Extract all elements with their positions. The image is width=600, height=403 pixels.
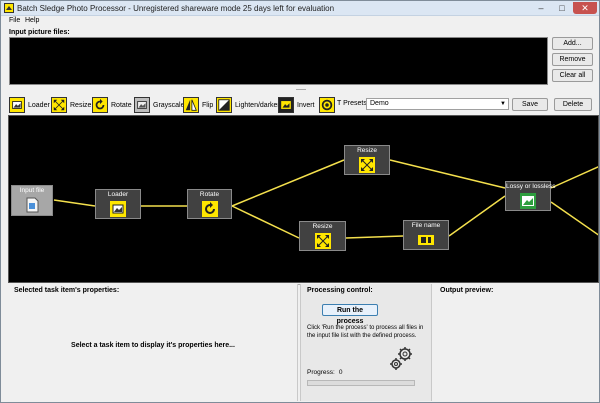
node-resize-bottom[interactable]: Resize xyxy=(299,221,346,251)
presets-select[interactable]: Demo ▼ xyxy=(366,98,509,110)
processing-panel: Processing control: Run the process Clic… xyxy=(300,284,432,401)
connection-line xyxy=(231,159,345,207)
rotate-icon xyxy=(201,201,218,217)
input-file-list[interactable] xyxy=(9,37,548,85)
app-icon xyxy=(4,3,14,13)
node-lossy-or-lossless[interactable]: Lossy or lossless xyxy=(505,181,556,211)
node-label: Lossy or lossless xyxy=(506,183,556,190)
save-preset-button[interactable]: Save xyxy=(512,98,548,111)
image-icon xyxy=(520,193,536,209)
process-graph[interactable]: Input file Loader Rotate Resize Resize F… xyxy=(8,115,599,283)
tool-label: Rotate xyxy=(111,102,132,109)
maximize-button[interactable]: □ xyxy=(552,2,572,14)
tool-label: Lighten/darken xyxy=(235,102,282,109)
node-file-name[interactable]: File name xyxy=(403,220,449,250)
close-button[interactable]: ✕ xyxy=(573,2,597,14)
filename-icon xyxy=(418,235,434,245)
chevron-down-icon: ▼ xyxy=(500,101,506,107)
connection-line xyxy=(231,205,300,239)
more-tools-icon xyxy=(319,97,335,113)
flip-icon xyxy=(183,97,199,113)
processing-title: Processing control: xyxy=(307,287,373,294)
processing-description: Click 'Run the process' to process all f… xyxy=(307,325,424,339)
rotate-icon xyxy=(92,97,108,113)
minimize-button[interactable]: – xyxy=(531,2,551,14)
properties-hint: Select a task item to display it's prope… xyxy=(71,342,235,349)
node-loader[interactable]: Loader xyxy=(95,189,141,219)
tool-label: Loader xyxy=(28,102,50,109)
tool-label: Resize xyxy=(70,102,92,109)
tool-label: Grayscale xyxy=(153,102,185,109)
connection-line xyxy=(550,201,598,236)
progress-label: Progress: 0 xyxy=(307,369,342,376)
loader-icon xyxy=(110,201,126,217)
title-bar: Batch Sledge Photo Processor - Unregiste… xyxy=(1,1,599,16)
invert-icon xyxy=(278,97,294,113)
menu-file[interactable]: File xyxy=(9,17,20,24)
node-resize-top[interactable]: Resize xyxy=(344,145,390,175)
preview-panel: Output preview: xyxy=(434,284,598,401)
splitter-grip[interactable] xyxy=(296,89,306,90)
progress-caption: Progress: xyxy=(307,369,335,376)
bottom-panels: Selected task item's properties: Select … xyxy=(8,284,599,402)
add-button[interactable]: Add... xyxy=(552,37,593,50)
loader-icon xyxy=(9,97,25,113)
progress-bar xyxy=(307,380,415,386)
grayscale-icon xyxy=(134,97,150,113)
resize-icon xyxy=(314,233,331,249)
node-label: File name xyxy=(411,222,441,229)
task-toolbar: Loader Resize Rotate Grayscale Flip Ligh… xyxy=(1,94,599,114)
window-title: Batch Sledge Photo Processor - Unregiste… xyxy=(17,4,335,13)
node-label: Input file xyxy=(19,187,45,194)
connection-line xyxy=(345,235,404,239)
run-process-button[interactable]: Run the process xyxy=(322,304,378,325)
connection-line xyxy=(448,195,506,237)
remove-button[interactable]: Remove xyxy=(552,53,593,66)
progress-value: 0 xyxy=(338,369,343,376)
gears-icon xyxy=(390,347,412,370)
menu-bar: File Help xyxy=(1,16,599,27)
node-label: Resize xyxy=(312,223,333,230)
clear-all-button[interactable]: Clear all xyxy=(552,69,593,82)
resize-icon xyxy=(51,97,67,113)
connection-line xyxy=(550,166,598,189)
file-icon xyxy=(26,197,39,213)
delete-preset-button[interactable]: Delete xyxy=(554,98,592,111)
presets-value: Demo xyxy=(370,100,389,107)
properties-title: Selected task item's properties: xyxy=(14,287,120,294)
preview-title: Output preview: xyxy=(440,287,494,294)
app-window: Batch Sledge Photo Processor - Unregiste… xyxy=(0,0,600,403)
tool-label: Flip xyxy=(202,102,214,109)
input-files-label: Input picture files: xyxy=(9,29,70,36)
lighten-darken-icon xyxy=(216,97,232,113)
node-rotate[interactable]: Rotate xyxy=(187,189,232,219)
resize-icon xyxy=(359,157,375,173)
node-input-file[interactable]: Input file xyxy=(11,185,53,216)
node-label: Loader xyxy=(107,191,129,198)
tool-label: Invert xyxy=(297,102,315,109)
node-label: Resize xyxy=(357,147,377,154)
node-label: Rotate xyxy=(199,191,220,198)
connection-line xyxy=(53,199,96,207)
menu-help[interactable]: Help xyxy=(25,17,39,24)
connection-line xyxy=(389,159,506,189)
properties-panel: Selected task item's properties: Select … xyxy=(8,284,298,401)
presets-label: T Presets: xyxy=(337,100,369,107)
